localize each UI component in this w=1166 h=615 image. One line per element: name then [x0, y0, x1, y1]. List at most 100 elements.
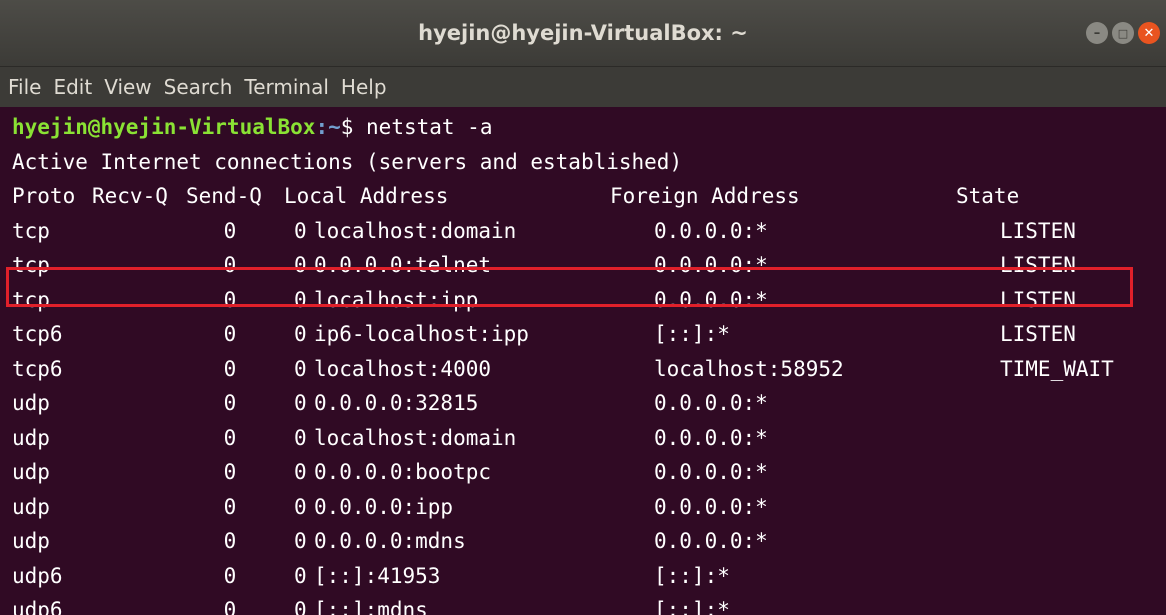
cell-proto: udp	[12, 425, 50, 450]
cell-proto: udp	[12, 391, 50, 415]
cell-recv-q: 0	[223, 356, 237, 381]
cell-proto: udp6	[12, 598, 63, 615]
table-row: udp 0 0 localhost:domain 0.0.0.0:*	[12, 421, 1166, 456]
cell-send-q: 0	[294, 494, 307, 519]
title-bar[interactable]: hyejin@hyejin-VirtualBox: ~ – □ ✕	[0, 0, 1166, 67]
menu-edit[interactable]: Edit	[53, 75, 92, 99]
cell-local-address: 0.0.0.0:ipp	[314, 494, 454, 519]
cell-recv-q: 0	[223, 563, 237, 588]
table-row: tcp 0 0 localhost:ipp 0.0.0.0:* LISTEN	[12, 283, 1166, 318]
cell-send-q: 0	[294, 356, 307, 381]
table-row: tcp 0 0 0.0.0.0:telnet 0.0.0.0:* LISTEN	[12, 248, 1166, 283]
cell-send-q: 0	[294, 529, 307, 553]
cell-proto: udp6	[12, 563, 63, 588]
cell-proto: tcp	[12, 218, 50, 243]
cell-state: TIME_WAIT	[1000, 356, 1114, 381]
cell-recv-q: 0	[223, 218, 237, 243]
cell-foreign-address: 0.0.0.0:*	[654, 494, 768, 519]
cell-send-q: 0	[294, 287, 307, 312]
cell-foreign-address: [::]:*	[654, 563, 730, 588]
cell-recv-q: 0	[223, 460, 237, 484]
col-recv-q: Recv-Q	[92, 184, 168, 208]
cell-proto: udp	[12, 494, 50, 519]
output-heading: Active Internet connections (servers and…	[12, 149, 683, 174]
cell-recv-q: 0	[223, 529, 237, 553]
cell-local-address: localhost:4000	[314, 356, 492, 381]
cell-proto: udp	[12, 460, 50, 484]
cell-proto: tcp	[12, 287, 50, 312]
cell-recv-q: 0	[223, 391, 237, 415]
cell-proto: tcp6	[12, 356, 63, 381]
cell-recv-q: 0	[223, 253, 237, 277]
menu-help[interactable]: Help	[341, 75, 387, 99]
menu-view[interactable]: View	[104, 75, 151, 99]
cell-foreign-address: 0.0.0.0:*	[654, 425, 768, 450]
cell-state: LISTEN	[1000, 253, 1076, 277]
cell-foreign-address: [::]:*	[654, 322, 730, 346]
maximize-icon[interactable]: □	[1112, 22, 1134, 44]
table-row: tcp6 0 0 localhost:4000 localhost:58952 TIME_…	[12, 352, 1166, 387]
cell-send-q: 0	[294, 460, 307, 484]
table-row: udp 0 0 0.0.0.0:ipp 0.0.0.0:*	[12, 490, 1166, 525]
menu-search[interactable]: Search	[164, 75, 233, 99]
cell-local-address: 0.0.0.0:bootpc	[314, 460, 492, 484]
terminal-output[interactable]: hyejin@hyejin-VirtualBox:~$ netstat -a A…	[12, 110, 1166, 615]
table-row: udp6 0 0 [::]:41953 [::]:*	[12, 559, 1166, 594]
table-row: tcp6 0 0 ip6-localhost:ipp [::]:* LISTEN	[12, 317, 1166, 352]
cell-send-q: 0	[294, 598, 307, 615]
table-row: udp6 0 0 [::]:mdns [::]:*	[12, 593, 1166, 615]
cell-foreign-address: 0.0.0.0:*	[654, 218, 768, 243]
cell-send-q: 0	[294, 563, 307, 588]
cell-foreign-address: 0.0.0.0:*	[654, 529, 768, 553]
column-header-row: Proto Recv-Q Send-Q Local Address Foreign Ad…	[12, 179, 1166, 214]
col-state: State	[956, 184, 1020, 208]
cell-send-q: 0	[294, 425, 307, 450]
cell-foreign-address: 0.0.0.0:*	[654, 253, 768, 277]
cell-send-q: 0	[294, 322, 307, 346]
cell-local-address: 0.0.0.0:32815	[314, 391, 479, 415]
cell-foreign-address: 0.0.0.0:*	[654, 460, 768, 484]
window-controls: – □ ✕	[1086, 22, 1160, 44]
menu-bar: File Edit View Search Terminal Help	[0, 67, 1166, 107]
cell-local-address: [::]:41953	[314, 563, 441, 588]
cell-proto: tcp6	[12, 322, 63, 346]
cell-send-q: 0	[294, 218, 307, 243]
command-prompt-line: hyejin@hyejin-VirtualBox:~$ netstat -a	[12, 110, 1166, 145]
cell-recv-q: 0	[223, 494, 237, 519]
cell-recv-q: 0	[223, 287, 237, 312]
table-row: udp 0 0 0.0.0.0:32815 0.0.0.0:*	[12, 386, 1166, 421]
cell-local-address: localhost:domain	[314, 425, 517, 450]
col-foreign-address: Foreign Address	[610, 184, 800, 208]
cell-state: LISTEN	[1000, 287, 1076, 312]
cell-foreign-address: localhost:58952	[654, 356, 844, 381]
menu-terminal[interactable]: Terminal	[244, 75, 329, 99]
menu-file[interactable]: File	[8, 75, 41, 99]
cell-recv-q: 0	[223, 322, 237, 346]
cell-state: LISTEN	[1000, 322, 1076, 346]
cell-send-q: 0	[294, 391, 307, 415]
table-row: tcp 0 0 localhost:domain 0.0.0.0:* LISTEN	[12, 214, 1166, 249]
cell-foreign-address: 0.0.0.0:*	[654, 391, 768, 415]
cell-local-address: ip6-localhost:ipp	[314, 322, 529, 346]
prompt-path: :~	[315, 115, 341, 139]
cell-local-address: [::]:mdns	[314, 598, 428, 615]
command-text: netstat -a	[353, 115, 493, 139]
cell-local-address: 0.0.0.0:mdns	[314, 529, 466, 553]
col-send-q: Send-Q	[186, 184, 262, 208]
cell-send-q: 0	[294, 253, 307, 277]
cell-recv-q: 0	[223, 425, 237, 450]
table-row: udp 0 0 0.0.0.0:bootpc 0.0.0.0:*	[12, 455, 1166, 490]
col-proto: Proto	[12, 184, 76, 208]
cell-proto: udp	[12, 529, 50, 553]
cell-recv-q: 0	[223, 598, 237, 615]
cell-local-address: localhost:domain	[314, 218, 517, 243]
close-icon[interactable]: ✕	[1138, 22, 1160, 44]
prompt-symbol: $	[340, 115, 354, 139]
cell-foreign-address: [::]:*	[654, 598, 730, 615]
cell-foreign-address: 0.0.0.0:*	[654, 287, 768, 312]
minimize-icon[interactable]: –	[1086, 22, 1108, 44]
col-local-address: Local Address	[284, 184, 449, 208]
terminal-window: hyejin@hyejin-VirtualBox: ~ – □ ✕ File E…	[0, 0, 1166, 615]
table-row: udp 0 0 0.0.0.0:mdns 0.0.0.0:*	[12, 524, 1166, 559]
cell-local-address: 0.0.0.0:telnet	[314, 253, 492, 277]
